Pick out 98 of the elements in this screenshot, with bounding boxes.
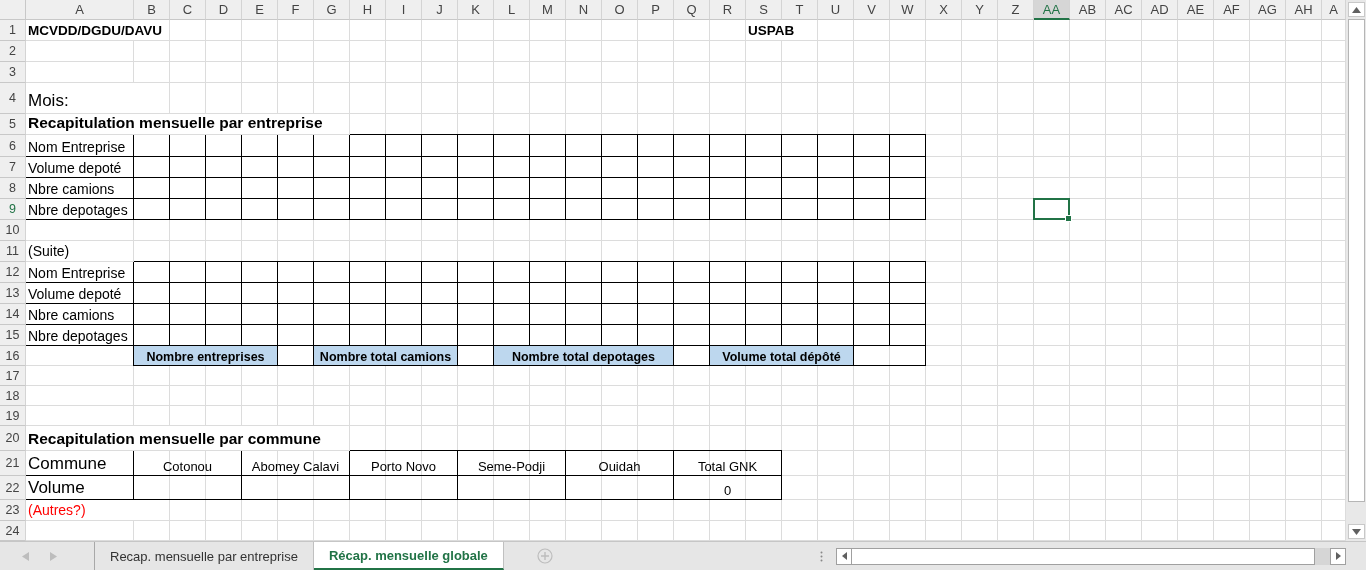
next-sheet-icon[interactable] <box>50 551 57 561</box>
scroll-left-button[interactable] <box>836 547 852 565</box>
column-header[interactable]: AB <box>1070 0 1106 20</box>
row-header[interactable]: 2 <box>0 41 26 62</box>
row-header[interactable]: 21 <box>0 451 26 476</box>
total-label: Nombre total camions <box>314 346 457 365</box>
splitter-icon[interactable] <box>820 550 823 562</box>
column-label: Cotonou <box>161 458 214 475</box>
sheet-tab[interactable]: Récap. mensuelle globale <box>313 542 504 570</box>
row-header[interactable]: 3 <box>0 62 26 83</box>
caret-down-icon <box>1351 528 1361 535</box>
column-header[interactable]: E <box>242 0 278 20</box>
row-header[interactable]: 7 <box>0 157 26 178</box>
row-header[interactable]: 5 <box>0 114 26 135</box>
sheet-tab[interactable]: Recap. mensuelle par entreprise <box>95 542 314 570</box>
column-header[interactable]: G <box>314 0 350 20</box>
column-header[interactable]: S <box>746 0 782 20</box>
total-label: Nombre total depotages <box>494 346 673 365</box>
row-header[interactable]: 6 <box>0 135 26 157</box>
column-label: Total GNK <box>696 458 759 475</box>
row-header[interactable]: 11 <box>0 241 26 262</box>
total-label: Nombre entreprises <box>134 346 277 365</box>
row-label: Nbre depotages <box>27 327 129 345</box>
column-header[interactable]: J <box>422 0 458 20</box>
row-header[interactable]: 23 <box>0 500 26 521</box>
previous-sheet-icon[interactable] <box>22 551 29 561</box>
caret-left-icon <box>841 552 847 560</box>
column-header[interactable]: T <box>782 0 818 20</box>
column-header[interactable]: AH <box>1286 0 1322 20</box>
column-header[interactable]: Z <box>998 0 1034 20</box>
scroll-right-button[interactable] <box>1330 547 1346 565</box>
column-header[interactable]: M <box>530 0 566 20</box>
column-header[interactable]: L <box>494 0 530 20</box>
scroll-thumb[interactable] <box>1347 19 1365 502</box>
row-header[interactable]: 10 <box>0 220 26 241</box>
row-header[interactable]: 9 <box>0 199 26 220</box>
column-header[interactable]: I <box>386 0 422 20</box>
row-header[interactable]: 24 <box>0 521 26 541</box>
row-header[interactable]: 14 <box>0 304 26 325</box>
column-header[interactable]: C <box>170 0 206 20</box>
row-header[interactable]: 17 <box>0 366 26 386</box>
row-header[interactable]: 12 <box>0 262 26 283</box>
section-title: Recapitulation mensuelle par commune <box>26 426 350 451</box>
row-header[interactable]: 15 <box>0 325 26 346</box>
row-label: Volume depoté <box>27 159 123 177</box>
column-header[interactable]: U <box>818 0 854 20</box>
row-header[interactable]: 16 <box>0 346 26 366</box>
column-header[interactable]: N <box>566 0 602 20</box>
column-header[interactable]: AF <box>1214 0 1250 20</box>
row-label: Nom Entreprise <box>27 264 127 282</box>
column-header[interactable]: V <box>854 0 890 20</box>
row-label: Volume depoté <box>27 285 123 303</box>
column-header[interactable]: O <box>602 0 638 20</box>
select-all-corner[interactable] <box>0 0 26 20</box>
column-header[interactable]: X <box>926 0 962 20</box>
column-header[interactable]: W <box>890 0 926 20</box>
add-sheet-icon[interactable] <box>536 548 553 564</box>
row-header[interactable]: 1 <box>0 20 26 41</box>
row-label: Volume <box>27 477 86 499</box>
row-header[interactable]: 22 <box>0 476 26 500</box>
column-label: Ouidah <box>597 458 642 475</box>
row-label: Nbre camions <box>27 180 116 198</box>
total-label: Volume total dépôté <box>710 346 853 365</box>
column-label: Abomey Calavi <box>250 458 341 475</box>
column-header[interactable]: Y <box>962 0 998 20</box>
column-label: Porto Novo <box>369 458 437 475</box>
column-header[interactable]: F <box>278 0 314 20</box>
column-header[interactable]: B <box>134 0 170 20</box>
column-header[interactable]: K <box>458 0 494 20</box>
row-header[interactable]: 4 <box>0 83 26 114</box>
column-header[interactable]: H <box>350 0 386 20</box>
scroll-down-button[interactable] <box>1347 524 1365 539</box>
caret-right-icon <box>1335 552 1341 560</box>
row-header[interactable]: 19 <box>0 406 26 426</box>
row-header[interactable]: 13 <box>0 283 26 304</box>
row-header[interactable]: 8 <box>0 178 26 199</box>
scroll-up-button[interactable] <box>1347 2 1365 17</box>
row-header[interactable]: 18 <box>0 386 26 406</box>
table-cell-text: 0 <box>722 482 733 499</box>
column-header[interactable]: R <box>710 0 746 20</box>
column-header[interactable]: D <box>206 0 242 20</box>
column-header[interactable]: A <box>1322 0 1346 20</box>
caret-up-icon <box>1351 6 1361 13</box>
column-header[interactable]: AE <box>1178 0 1214 20</box>
column-header[interactable]: P <box>638 0 674 20</box>
column-header[interactable]: Q <box>674 0 710 20</box>
column-header[interactable]: AA <box>1034 0 1070 20</box>
column-label: Seme-Podji <box>476 458 547 475</box>
column-header[interactable]: AD <box>1142 0 1178 20</box>
column-header[interactable]: AC <box>1106 0 1142 20</box>
column-header[interactable]: A <box>26 0 134 20</box>
column-header[interactable]: AG <box>1250 0 1286 20</box>
row-header[interactable]: 20 <box>0 426 26 451</box>
section-title: Recapitulation mensuelle par entreprise <box>26 114 350 135</box>
row-label: Nbre camions <box>27 306 116 324</box>
row-label: Nbre depotages <box>27 201 129 219</box>
row-label: Nom Entreprise <box>27 138 127 156</box>
row-label: Commune <box>27 453 108 475</box>
